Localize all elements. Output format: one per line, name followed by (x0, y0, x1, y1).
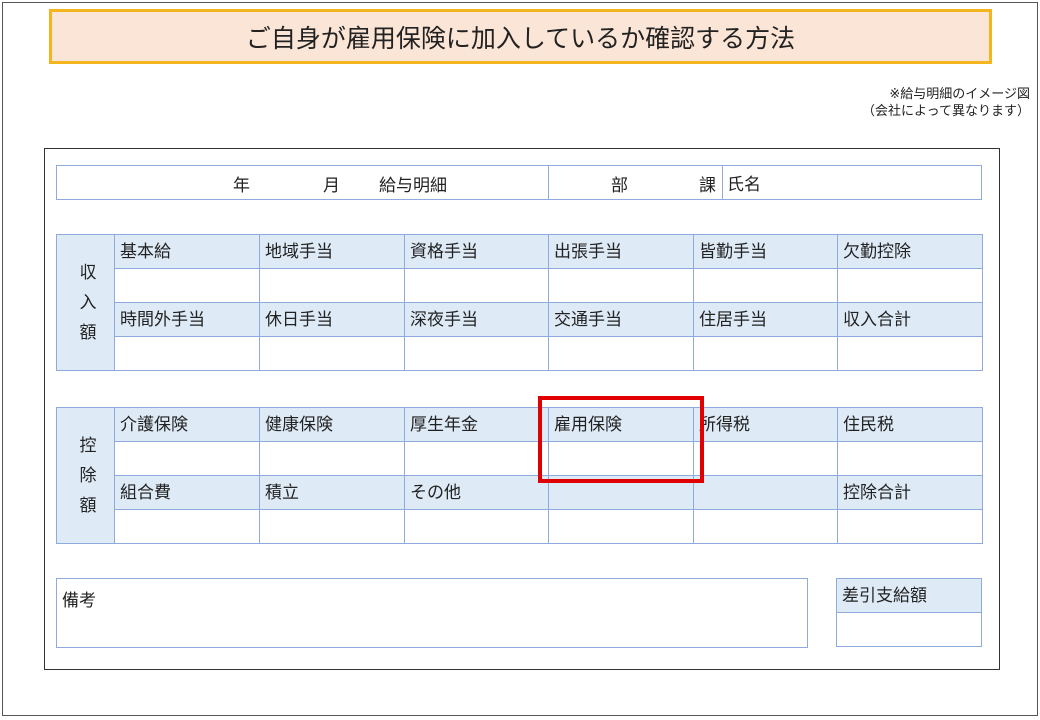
deduction-value-cell (114, 509, 260, 544)
income-label-cell: 皆勤手当 (693, 234, 838, 269)
slip-header: 年 月 給与明細 部 課 氏名 (56, 165, 982, 200)
deduction-table: 控 除 額 介護保険 健康保険 厚生年金 雇用保険 所得税 住民税 組合費 積立… (56, 407, 983, 544)
income-label-cell: 深夜手当 (404, 302, 549, 337)
net-pay-label: 差引支給額 (836, 578, 982, 613)
income-value-cell (114, 336, 260, 371)
image-note-line1: ※給与明細のイメージ図 (889, 87, 1030, 102)
income-label-cell: 欠勤控除 (837, 234, 983, 269)
deduction-value-cell (837, 441, 983, 476)
income-value-cell (404, 268, 549, 303)
deduction-value-cell (693, 509, 838, 544)
deduction-side-label: 控 除 額 (56, 407, 115, 544)
image-note-line2: （会社によって異なります） (862, 104, 1030, 119)
employment-insurance-highlight (538, 396, 704, 483)
deduction-value-cell (404, 441, 549, 476)
deduction-value-cell (693, 441, 838, 476)
deduction-value-cell (259, 509, 405, 544)
dept-label: 部 (611, 176, 628, 196)
deduction-value-cell (114, 441, 260, 476)
slip-dept-cell: 部 課 (549, 166, 723, 199)
net-pay-value (836, 612, 982, 647)
income-value-cell (404, 336, 549, 371)
deduction-value-cell (259, 441, 405, 476)
month-label: 月 (323, 176, 340, 196)
income-value-cell (548, 268, 694, 303)
income-value-cell (837, 336, 983, 371)
deduction-label-cell: 積立 (259, 475, 405, 510)
income-value-cell (548, 336, 694, 371)
income-label-cell: 出張手当 (548, 234, 694, 269)
deduction-value-cell (548, 509, 694, 544)
income-value-cell (693, 268, 838, 303)
income-value-cell (114, 268, 260, 303)
net-pay-table: 差引支給額 (836, 578, 982, 647)
income-label-cell: 地域手当 (259, 234, 405, 269)
income-value-cell (837, 268, 983, 303)
page-title: ご自身が雇用保険に加入しているか確認する方法 (49, 9, 992, 64)
income-label-cell: 基本給 (114, 234, 260, 269)
income-side-label: 収 入 額 (56, 234, 115, 371)
income-value-cell (259, 336, 405, 371)
memo-label: 備考 (62, 591, 96, 611)
income-label-cell: 資格手当 (404, 234, 549, 269)
income-value-cell (259, 268, 405, 303)
income-label-cell: 交通手当 (548, 302, 694, 337)
section-label: 課 (699, 176, 716, 196)
income-label-cell: 収入合計 (837, 302, 983, 337)
income-label-cell: 時間外手当 (114, 302, 260, 337)
deduction-label-cell: 所得税 (693, 407, 838, 442)
income-label-cell: 住居手当 (693, 302, 838, 337)
deduction-label-cell: 厚生年金 (404, 407, 549, 442)
deduction-label-cell: 介護保険 (114, 407, 260, 442)
year-label: 年 (233, 176, 250, 196)
memo-box: 備考 (56, 578, 808, 648)
slip-label: 給与明細 (379, 176, 447, 196)
income-value-cell (693, 336, 838, 371)
deduction-value-cell (404, 509, 549, 544)
deduction-value-cell (837, 509, 983, 544)
deduction-label-cell: 組合費 (114, 475, 260, 510)
deduction-label-cell: 健康保険 (259, 407, 405, 442)
slip-date-cell: 年 月 給与明細 (57, 166, 549, 199)
deduction-label-cell: その他 (404, 475, 549, 510)
name-label: 氏名 (727, 175, 761, 195)
deduction-label-cell: 住民税 (837, 407, 983, 442)
deduction-label-cell: 控除合計 (837, 475, 983, 510)
income-table: 収 入 額 基本給 地域手当 資格手当 出張手当 皆勤手当 欠勤控除 時間外手当… (56, 234, 983, 371)
deduction-label-cell (693, 475, 838, 510)
image-note: ※給与明細のイメージ図 （会社によって異なります） (790, 86, 1030, 120)
income-label-cell: 休日手当 (259, 302, 405, 337)
